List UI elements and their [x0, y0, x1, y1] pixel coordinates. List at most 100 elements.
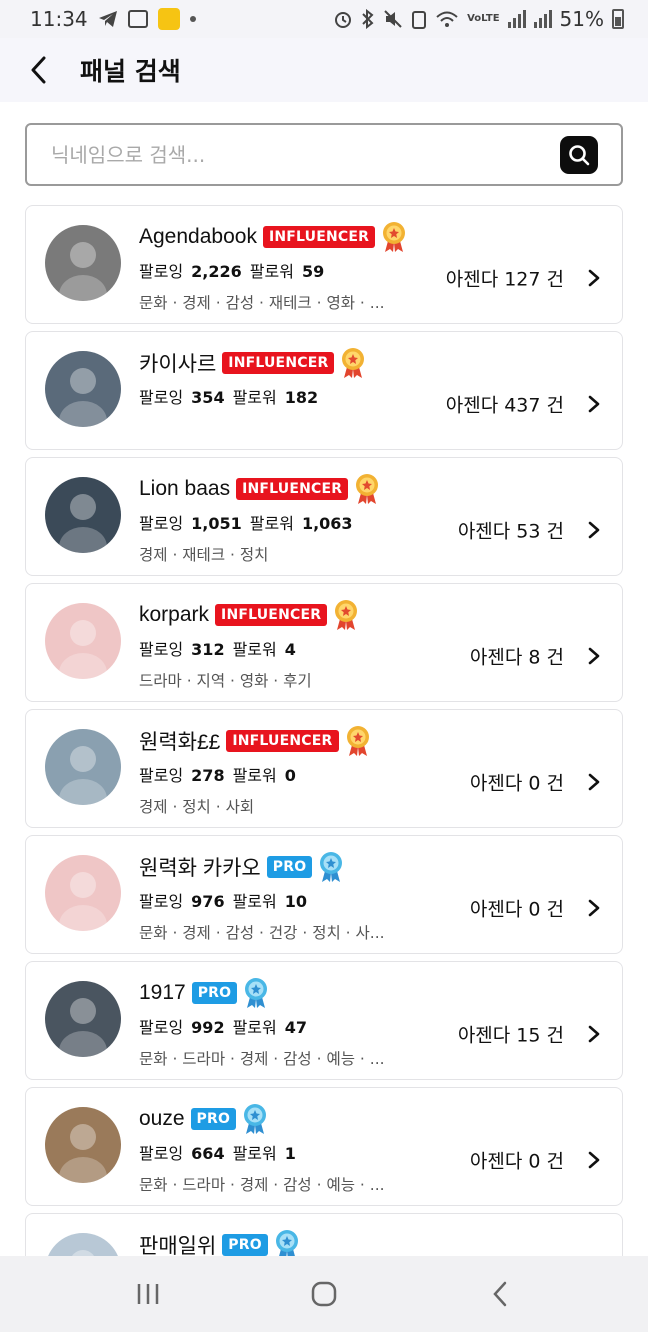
back-nav-button[interactable] [460, 1264, 540, 1324]
panel-info: ouze PRO 팔로잉 664 팔로워 1 문화 · 드라마 · 경제 · 감성 · 예능… [139, 1104, 422, 1195]
name-row: korpark INFLUENCER [139, 600, 422, 630]
panel-info: Agendabook INFLUENCER 팔로잉 2,226 팔로워 59 문화 · 경제… [139, 222, 422, 313]
following-count: 354 [191, 388, 225, 407]
panel-name: ouze [139, 1107, 185, 1130]
following-count: 312 [191, 640, 225, 659]
chevron-right-icon[interactable] [584, 1024, 604, 1044]
name-row: 판매일위 PRO [139, 1230, 422, 1256]
recent-apps-icon [137, 1284, 159, 1304]
pro-badge: PRO [191, 982, 238, 1004]
influencer-badge: INFLUENCER [215, 604, 328, 626]
following-count: 278 [191, 766, 225, 785]
panel-name: 원력화££ [139, 731, 221, 754]
system-nav-bar [0, 1256, 648, 1332]
chevron-right-icon[interactable] [584, 898, 604, 918]
gold-medal-icon [381, 221, 407, 253]
category-list: 문화 · 경제 · 감성 · 건강 · 정치 · 사... [139, 924, 385, 942]
following-count: 664 [191, 1144, 225, 1163]
following-label: 팔로잉 [139, 892, 184, 911]
agenda-count: 아젠다 8 건 [469, 646, 564, 669]
panel-card[interactable]: Agendabook INFLUENCER 팔로잉 2,226 팔로워 59 문화 · 경제… [25, 205, 623, 324]
agenda-count: 아젠다 437 건 [445, 394, 564, 417]
follower-count: 1,063 [301, 514, 353, 533]
avatar [45, 225, 121, 301]
blue-medal-icon [243, 977, 269, 1009]
name-row: 원력화 카카오 PRO [139, 852, 422, 882]
avatar [45, 1233, 121, 1256]
chevron-right-icon[interactable] [584, 394, 604, 414]
panel-name: 카이사르 [139, 353, 217, 376]
avatar [45, 981, 121, 1057]
avatar [45, 351, 121, 427]
home-button[interactable] [284, 1264, 364, 1324]
panel-info: 1917 PRO 팔로잉 992 팔로워 47 문화 · 드라마 · 경제 · 감성 · 예… [139, 978, 422, 1069]
panel-card[interactable]: 원력화 카카오 PRO 팔로잉 976 팔로워 10 문화 · 경제 · 감성 · 건강 ·… [25, 835, 623, 954]
blue-medal-icon [274, 1229, 300, 1256]
following-count: 1,051 [191, 514, 242, 533]
recent-apps-button[interactable] [108, 1264, 188, 1324]
follower-count: 1 [284, 1144, 296, 1163]
home-icon [311, 1281, 337, 1307]
name-row: 원력화££ INFLUENCER [139, 726, 422, 756]
name-row: ouze PRO [139, 1104, 422, 1134]
category-list: 드라마 · 지역 · 영화 · 후기 [139, 672, 312, 690]
agenda-count: 아젠다 15 건 [457, 1024, 564, 1047]
name-row: 카이사르 INFLUENCER [139, 348, 422, 378]
chevron-right-icon[interactable] [584, 772, 604, 792]
category-list: 문화 · 경제 · 감성 · 재테크 · 영화 · ... [139, 294, 385, 312]
follower-label: 팔로워 [232, 1018, 277, 1037]
panel-info: 카이사르 INFLUENCER 팔로잉 354 팔로워 182 [139, 348, 422, 408]
chevron-right-icon[interactable] [584, 646, 604, 666]
back-nav-icon [493, 1281, 507, 1307]
category-list: 경제 · 정치 · 사회 [139, 798, 255, 816]
follower-label: 팔로워 [232, 388, 277, 407]
follower-count: 182 [284, 388, 319, 407]
follower-label: 팔로워 [232, 766, 277, 785]
panel-name: Agendabook [139, 225, 257, 248]
agenda-count: 아젠다 0 건 [469, 772, 564, 795]
follower-count: 59 [301, 262, 325, 281]
panel-card[interactable]: Lion baas INFLUENCER 팔로잉 1,051 팔로워 1,063 경제 · … [25, 457, 623, 576]
follow-stats: 팔로잉 1,051 팔로워 1,063 [139, 510, 422, 534]
follow-stats: 팔로잉 2,226 팔로워 59 [139, 258, 422, 282]
panel-card[interactable]: 원력화££ INFLUENCER 팔로잉 278 팔로워 0 경제 · 정치 · 사회 아젠다… [25, 709, 623, 828]
panel-info: 원력화££ INFLUENCER 팔로잉 278 팔로워 0 경제 · 정치 · 사회 [139, 726, 422, 817]
name-row: Lion baas INFLUENCER [139, 474, 422, 504]
agenda-count: 아젠다 53 건 [457, 520, 564, 543]
name-row: Agendabook INFLUENCER [139, 222, 422, 252]
panel-card[interactable]: 카이사르 INFLUENCER 팔로잉 354 팔로워 182 아젠다 437 건 [25, 331, 623, 450]
chevron-right-icon[interactable] [584, 1150, 604, 1170]
chevron-right-icon[interactable] [584, 520, 604, 540]
avatar [45, 603, 121, 679]
panel-card[interactable]: ouze PRO 팔로잉 664 팔로워 1 문화 · 드라마 · 경제 · 감성 · 예능… [25, 1087, 623, 1206]
follow-stats: 팔로잉 976 팔로워 10 [139, 888, 422, 912]
avatar [45, 729, 121, 805]
panel-name: Lion baas [139, 477, 231, 500]
category-list: 경제 · 재테크 · 정치 [139, 546, 269, 564]
follower-count: 10 [284, 892, 308, 911]
following-label: 팔로잉 [139, 388, 184, 407]
following-label: 팔로잉 [139, 1018, 184, 1037]
panel-card[interactable]: 판매일위 PRO [25, 1213, 623, 1256]
gold-medal-icon [340, 347, 366, 379]
agenda-count: 아젠다 0 건 [469, 898, 564, 921]
following-label: 팔로잉 [139, 766, 184, 785]
follow-stats: 팔로잉 992 팔로워 47 [139, 1014, 422, 1038]
chevron-right-icon[interactable] [584, 268, 604, 288]
panel-name: 판매일위 [139, 1235, 217, 1256]
follower-label: 팔로워 [232, 640, 277, 659]
following-label: 팔로잉 [139, 262, 184, 281]
panel-card[interactable]: 1917 PRO 팔로잉 992 팔로워 47 문화 · 드라마 · 경제 · 감성 · 예… [25, 961, 623, 1080]
panel-card[interactable]: korpark INFLUENCER 팔로잉 312 팔로워 4 드라마 · 지역 · 영화… [25, 583, 623, 702]
follower-count: 0 [284, 766, 296, 785]
gold-medal-icon [354, 473, 380, 505]
pro-badge: PRO [222, 1234, 268, 1256]
influencer-badge: INFLUENCER [262, 226, 376, 248]
panel-info: Lion baas INFLUENCER 팔로잉 1,051 팔로워 1,063 경제 · … [139, 474, 422, 565]
panel-list: Agendabook INFLUENCER 팔로잉 2,226 팔로워 59 문화 · 경제… [0, 0, 648, 1256]
follower-count: 4 [284, 640, 296, 659]
follow-stats: 팔로잉 278 팔로워 0 [139, 762, 422, 786]
panel-name: 1917 [139, 981, 186, 1004]
avatar [45, 477, 121, 553]
panel-info: 원력화 카카오 PRO 팔로잉 976 팔로워 10 문화 · 경제 · 감성 · 건강 ·… [139, 852, 422, 943]
